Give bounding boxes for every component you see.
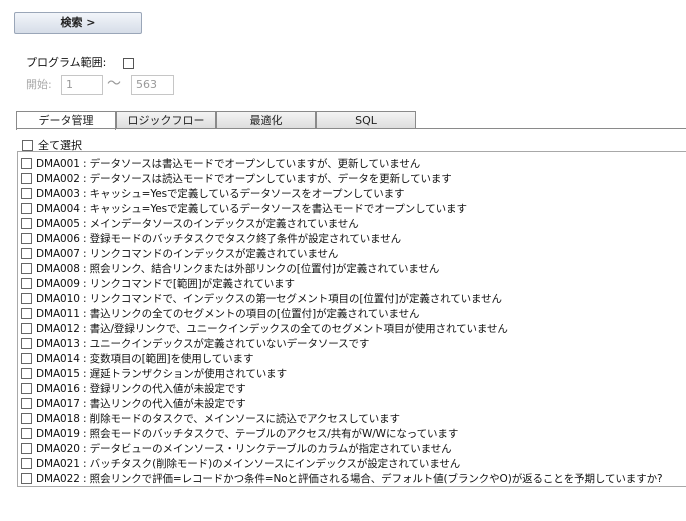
list-item[interactable]: DMA012 : 書込/登録リンクで、ユニークインデックスの全てのセグメント項目… [21,321,508,335]
list-item-checkbox[interactable] [21,292,32,304]
list-item-label: DMA020 : データビューのメインソース・リンクテーブルのカラムが指定されて… [36,442,452,455]
list-item[interactable]: DMA015 : 遅延トランザクションが使用されています [21,366,287,380]
list-item[interactable]: DMA020 : データビューのメインソース・リンクテーブルのカラムが指定されて… [21,441,452,455]
list-item-label: DMA022 : 照会リンクで評価=レコードかつ条件=Noと評価される場合、デフ… [36,472,663,485]
list-item-checkbox[interactable] [21,307,32,319]
list-item-checkbox[interactable] [21,427,32,439]
list-item[interactable]: DMA008 : 照会リンク、結合リンクまたは外部リンクの[位置付]が定義されて… [21,261,439,275]
list-item[interactable]: DMA004 : キャッシュ=Yesで定義しているデータソースを書込モードでオー… [21,201,467,215]
list-item-label: DMA013 : ユニークインデックスが定義されていないデータソースです [36,337,370,350]
list-item-label: DMA007 : リンクコマンドのインデックスが定義されていません [36,247,339,260]
list-item-checkbox[interactable] [21,157,32,169]
list-item[interactable]: DMA013 : ユニークインデックスが定義されていないデータソースです [21,336,369,350]
select-all[interactable]: 全て選択 [22,139,82,152]
search-button[interactable]: 検索 > [14,12,142,34]
list-item[interactable]: DMA021 : バッチタスク(削除モード)のメインソースにインデックスが設定さ… [21,456,460,470]
list-item-checkbox[interactable] [21,202,32,214]
list-item-label: DMA008 : 照会リンク、結合リンクまたは外部リンクの[位置付]が定義されて… [36,262,440,275]
tab-sql[interactable]: SQL [316,111,416,129]
list-item-label: DMA006 : 登録モードのバッチタスクでタスク終了条件が設定されていません [36,232,402,245]
list-item-checkbox[interactable] [21,217,32,229]
list-item-checkbox[interactable] [21,442,32,454]
list-item[interactable]: DMA018 : 削除モードのタスクで、メインソースに読込でアクセスしています [21,411,400,425]
end-input[interactable]: 563 [131,75,174,95]
list-item-label: DMA019 : 照会モードのバッチタスクで、テーブルのアクセス/共有がW/Wに… [36,427,459,440]
list-item-label: DMA003 : キャッシュ=Yesで定義しているデータソースをオープンしていま… [36,187,405,200]
list-item[interactable]: DMA022 : 照会リンクで評価=レコードかつ条件=Noと評価される場合、デフ… [21,471,663,485]
select-all-checkbox[interactable] [22,139,33,151]
list-item-label: DMA002 : データソースは読込モードでオープンしていますが、データを更新し… [36,172,452,185]
list-item-checkbox[interactable] [21,277,32,289]
tab-logic-flow[interactable]: ロジックフロー [116,111,216,129]
list-item[interactable]: DMA017 : 書込リンクの代入値が未設定です [21,396,246,410]
list-item-checkbox[interactable] [21,172,32,184]
list-item[interactable]: DMA014 : 変数項目の[範囲]を使用しています [21,351,253,365]
list-item-checkbox[interactable] [21,367,32,379]
list-item-checkbox[interactable] [21,472,32,484]
list-item-label: DMA005 : メインデータソースのインデックスが定義されていません [36,217,359,230]
list-item-label: DMA017 : 書込リンクの代入値が未設定です [36,397,246,410]
list-item-checkbox[interactable] [21,187,32,199]
list-item-checkbox[interactable] [21,337,32,349]
start-input[interactable]: 1 [61,75,103,95]
list-item-label: DMA011 : 書込リンクの全てのセグメントの項目の[位置付]が定義されていま… [36,307,420,320]
list-item-label: DMA014 : 変数項目の[範囲]を使用しています [36,352,254,365]
list-item[interactable]: DMA010 : リンクコマンドで、インデックスの第一セグメント項目の[位置付]… [21,291,502,305]
list-item[interactable]: DMA019 : 照会モードのバッチタスクで、テーブルのアクセス/共有がW/Wに… [21,426,458,440]
list-item-checkbox[interactable] [21,382,32,394]
list-item-label: DMA021 : バッチタスク(削除モード)のメインソースにインデックスが設定さ… [36,457,461,470]
list-item-checkbox[interactable] [21,247,32,259]
program-range-label: プログラム範囲: [26,56,107,69]
list-item-checkbox[interactable] [21,322,32,334]
list-item[interactable]: DMA007 : リンクコマンドのインデックスが定義されていません [21,246,338,260]
list-item[interactable]: DMA016 : 登録リンクの代入値が未設定です [21,381,246,395]
list-item-label: DMA016 : 登録リンクの代入値が未設定です [36,382,246,395]
list-item-label: DMA012 : 書込/登録リンクで、ユニークインデックスの全てのセグメント項目… [36,322,508,335]
list-item-label: DMA009 : リンクコマンドで[範囲]が定義されています [36,277,295,290]
range-tilde: 〜 [107,76,121,92]
tab-divider [16,128,686,129]
start-label: 開始: [26,78,52,91]
list-item[interactable]: DMA001 : データソースは書込モードでオープンしていますが、更新していませ… [21,156,420,170]
list-item[interactable]: DMA006 : 登録モードのバッチタスクでタスク終了条件が設定されていません [21,231,401,245]
list-item[interactable]: DMA005 : メインデータソースのインデックスが定義されていません [21,216,359,230]
list-item-checkbox[interactable] [21,232,32,244]
list-item-checkbox[interactable] [21,352,32,364]
list-item[interactable]: DMA003 : キャッシュ=Yesで定義しているデータソースをオープンしていま… [21,186,405,200]
rule-list[interactable]: DMA001 : データソースは書込モードでオープンしていますが、更新していませ… [17,151,686,487]
program-range-checkbox[interactable] [123,58,134,69]
list-item-checkbox[interactable] [21,397,32,409]
list-item-label: DMA001 : データソースは書込モードでオープンしていますが、更新していませ… [36,157,421,170]
list-item-label: DMA010 : リンクコマンドで、インデックスの第一セグメント項目の[位置付]… [36,292,502,305]
list-item[interactable]: DMA002 : データソースは読込モードでオープンしていますが、データを更新し… [21,171,452,185]
list-item-label: DMA004 : キャッシュ=Yesで定義しているデータソースを書込モードでオー… [36,202,467,215]
list-item-checkbox[interactable] [21,262,32,274]
list-item-label: DMA015 : 遅延トランザクションが使用されています [36,367,287,380]
list-item-label: DMA018 : 削除モードのタスクで、メインソースに読込でアクセスしています [36,412,400,425]
list-item[interactable]: DMA011 : 書込リンクの全てのセグメントの項目の[位置付]が定義されていま… [21,306,420,320]
list-item[interactable]: DMA009 : リンクコマンドで[範囲]が定義されています [21,276,295,290]
tab-optimization[interactable]: 最適化 [216,111,316,129]
list-item-checkbox[interactable] [21,412,32,424]
list-item-checkbox[interactable] [21,457,32,469]
